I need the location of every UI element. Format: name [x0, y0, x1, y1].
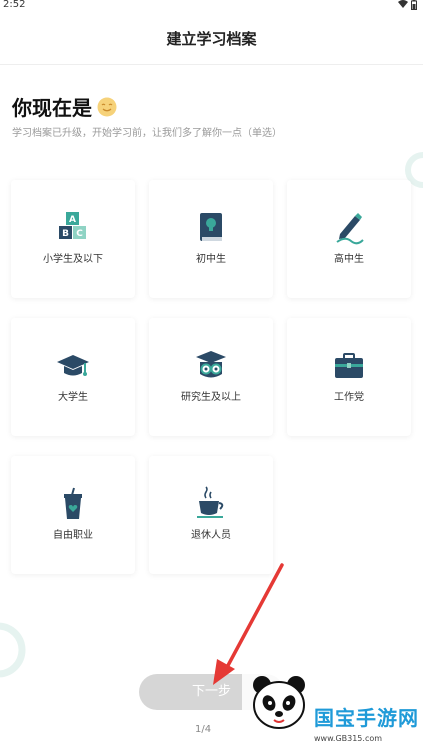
question-title-text: 你现在是 — [12, 96, 92, 120]
option-card-elementary[interactable]: A B C 小学生及以下 — [11, 180, 135, 298]
option-card-junior-high[interactable]: 初中生 — [149, 180, 273, 298]
option-label: 高中生 — [334, 254, 364, 265]
option-label: 工作党 — [334, 392, 364, 403]
option-label: 初中生 — [196, 254, 226, 265]
status-time: 2:52 — [3, 0, 26, 10]
question-subtitle: 学习档案已升级，开始学习前，让我们多了解你一点（单选） — [12, 128, 282, 139]
option-card-graduate[interactable]: 研究生及以上 — [149, 318, 273, 436]
option-card-retired[interactable]: 退休人员 — [149, 456, 273, 574]
panda-logo-icon — [253, 676, 305, 729]
option-label: 小学生及以下 — [43, 254, 103, 265]
svg-text:A: A — [69, 215, 76, 225]
top-header: 建立学习档案 — [0, 12, 423, 65]
svg-text:B: B — [62, 229, 69, 239]
briefcase-icon — [335, 353, 363, 378]
page-indicator: 1/4 — [195, 724, 212, 735]
smile-emoji-icon — [97, 97, 117, 116]
option-card-worker[interactable]: 工作党 — [287, 318, 411, 436]
option-label: 研究生及以上 — [181, 392, 241, 403]
tea-cup-icon — [197, 486, 224, 518]
status-icons — [398, 0, 417, 10]
page-title: 建立学习档案 — [166, 30, 257, 48]
wifi-icon — [398, 0, 408, 8]
option-label: 自由职业 — [53, 530, 93, 541]
decor-ring-left-icon — [0, 622, 26, 678]
option-label: 大学生 — [58, 392, 88, 403]
svg-text:C: C — [76, 229, 83, 239]
option-card-college[interactable]: 大学生 — [11, 318, 135, 436]
status-bar: 2:52 — [0, 0, 423, 12]
book-bulb-icon — [200, 213, 222, 241]
question-title: 你现在是 — [12, 92, 117, 121]
option-label: 退休人员 — [191, 530, 231, 541]
drink-cup-icon — [64, 487, 82, 519]
option-card-freelancer[interactable]: 自由职业 — [11, 456, 135, 574]
abc-blocks-icon: A B C — [59, 212, 86, 239]
graduation-cap-icon — [57, 355, 89, 376]
battery-icon — [411, 0, 417, 10]
watermark-site: www.GB315.com — [314, 734, 383, 743]
owl-graduate-icon — [196, 351, 226, 378]
pen-writing-icon — [336, 213, 364, 245]
watermark-name: 国宝手游网 — [314, 706, 419, 730]
option-card-senior-high[interactable]: 高中生 — [287, 180, 411, 298]
